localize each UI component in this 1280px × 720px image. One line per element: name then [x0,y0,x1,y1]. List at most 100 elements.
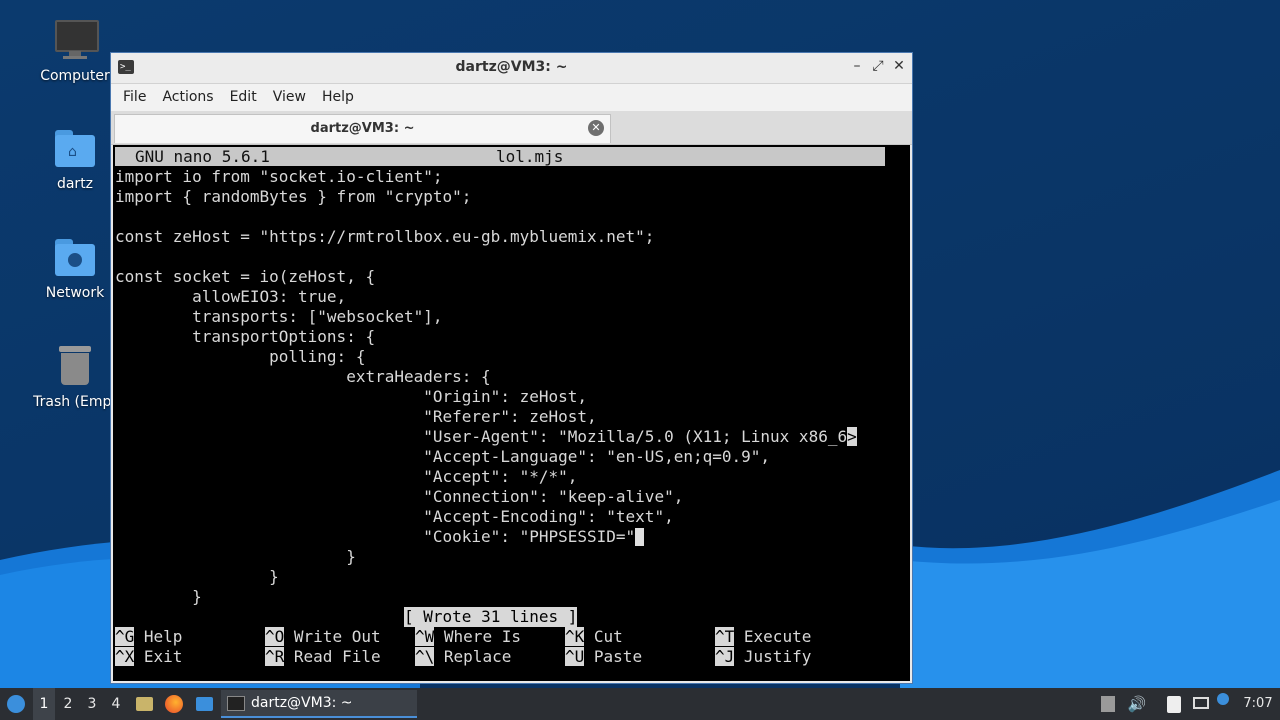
clock[interactable]: 7:07 [1240,688,1276,720]
code-line-text: "User-Agent": "Mozilla/5.0 (X11; Linux x… [115,427,848,446]
shortcut-label: Where Is [443,627,521,646]
code-line: "Connection": "keep-alive", [115,487,684,506]
line-overflow-marker: > [847,427,857,446]
code-line: } [115,587,202,606]
home-folder-icon: ⌂ [53,126,97,170]
firefox-launcher[interactable] [163,688,185,720]
clipboard-icon[interactable] [1163,688,1185,720]
shortcut-write-out: ^O Write Out [265,627,381,647]
shortcut-key: ^T [715,627,735,646]
shortcut-key: ^W [415,627,435,646]
tab-label: dartz@VM3: ~ [310,121,415,136]
tab-close-icon[interactable]: ✕ [588,120,604,136]
nano-filename: lol.mjs [496,147,564,166]
notification-icon[interactable] [1215,688,1233,720]
tab-terminal[interactable]: dartz@VM3: ~ ✕ [114,114,611,143]
code-line: "Referer": zeHost, [115,407,597,426]
code-line: } [115,567,279,586]
code-line: "Origin": zeHost, [115,387,588,406]
shortcut-key: ^\ [415,647,435,666]
code-line: polling: { [115,347,366,366]
desktop-icon [196,697,213,711]
trash-icon [53,344,97,388]
workspace-4-button[interactable]: 4 [105,688,127,720]
code-line: extraHeaders: { [115,367,491,386]
shortcut-key: ^U [565,647,585,666]
shortcut-replace: ^\ Replace [415,647,511,667]
code-line-text: "Cookie": "PHPSESSID=" [115,527,636,546]
code-line: const socket = io(zeHost, { [115,267,376,286]
shortcut-cut: ^K Cut [565,627,623,647]
shortcut-exit: ^X Exit [115,647,182,667]
network-tray-icon[interactable] [1190,688,1212,720]
close-button[interactable]: ✕ [890,58,908,74]
code-line: transports: ["websocket"], [115,307,443,326]
code-line: "Accept-Encoding": "text", [115,507,674,526]
start-menu-button[interactable] [4,688,28,720]
window-title: dartz@VM3: ~ [455,59,568,75]
shortcut-justify: ^J Justify [715,647,811,667]
tab-bar: dartz@VM3: ~ ✕ [111,111,912,145]
shortcut-where-is: ^W Where Is [415,627,521,647]
shortcut-key: ^X [115,647,135,666]
code-line: "Accept": "*/*", [115,467,578,486]
shortcut-key: ^G [115,627,135,646]
workspace-3-button[interactable]: 3 [81,688,103,720]
shortcut-label: Help [143,627,183,646]
shortcut-read-file: ^R Read File [265,647,381,667]
firefox-icon [165,695,183,713]
menu-help[interactable]: Help [314,84,362,111]
menu-bar: File Actions Edit View Help [111,84,912,111]
show-desktop-launcher[interactable] [193,688,215,720]
nano-status-message: [ Wrote 31 lines ] [404,607,578,627]
menu-edit[interactable]: Edit [222,84,265,111]
taskbar-app-terminal[interactable]: dartz@VM3: ~ [221,690,417,718]
code-line: transportOptions: { [115,327,376,346]
monitor-icon [53,18,99,62]
code-line: import { randomBytes } from "crypto"; [115,187,472,206]
shortcut-execute: ^T Execute [715,627,811,647]
shortcut-label: Exit [143,647,183,666]
shortcut-key: ^O [265,627,285,646]
code-line: } [115,547,356,566]
shortcut-key: ^J [715,647,735,666]
start-menu-icon [7,695,25,713]
shortcut-key: ^K [565,627,585,646]
shortcut-key: ^R [265,647,285,666]
minimize-button[interactable]: – [848,58,866,74]
shortcut-label: Paste [593,647,643,666]
shortcut-paste: ^U Paste [565,647,642,667]
code-line: "User-Agent": "Mozilla/5.0 (X11; Linux x… [115,427,857,447]
network-folder-icon [53,235,97,279]
tray-upload-icon[interactable] [1098,688,1118,720]
terminal-icon [227,695,245,711]
shortcut-label: Read File [293,647,381,666]
nano-version: GNU nano 5.6.1 [135,147,270,166]
file-manager-icon [136,697,153,711]
text-cursor [635,528,645,546]
menu-view[interactable]: View [265,84,314,111]
workspace-1-button[interactable]: 1 [33,688,55,720]
code-line: "Accept-Language": "en-US,en;q=0.9", [115,447,771,466]
maximize-button[interactable]: ⤢ [869,58,887,74]
code-line: const zeHost = "https://rmtrollbox.eu-gb… [115,227,655,246]
menu-actions[interactable]: Actions [154,84,221,111]
workspace-2-button[interactable]: 2 [57,688,79,720]
shortcut-label: Replace [443,647,512,666]
terminal-content[interactable]: GNU nano 5.6.1 lol.mjs import io from "s… [113,145,910,681]
code-line: import io from "socket.io-client"; [115,167,443,186]
volume-icon[interactable]: 🔊 [1126,688,1148,720]
terminal-window[interactable]: >_ dartz@VM3: ~ – ⤢ ✕ File Actions Edit … [110,52,913,684]
taskbar-app-label: dartz@VM3: ~ [251,695,353,711]
shortcut-label: Execute [743,627,812,646]
shortcut-help: ^G Help [115,627,182,647]
file-manager-launcher[interactable] [133,688,155,720]
taskbar: 1 2 3 4 dartz@VM3: ~ 🔊 7:07 [0,688,1280,720]
shortcut-label: Write Out [293,627,381,646]
code-line: allowEIO3: true, [115,287,347,306]
shortcut-label: Justify [743,647,812,666]
code-line: "Cookie": "PHPSESSID=" [115,527,645,547]
shortcut-label: Cut [593,627,623,646]
menu-file[interactable]: File [115,84,154,111]
window-titlebar[interactable]: >_ dartz@VM3: ~ – ⤢ ✕ [111,53,912,84]
